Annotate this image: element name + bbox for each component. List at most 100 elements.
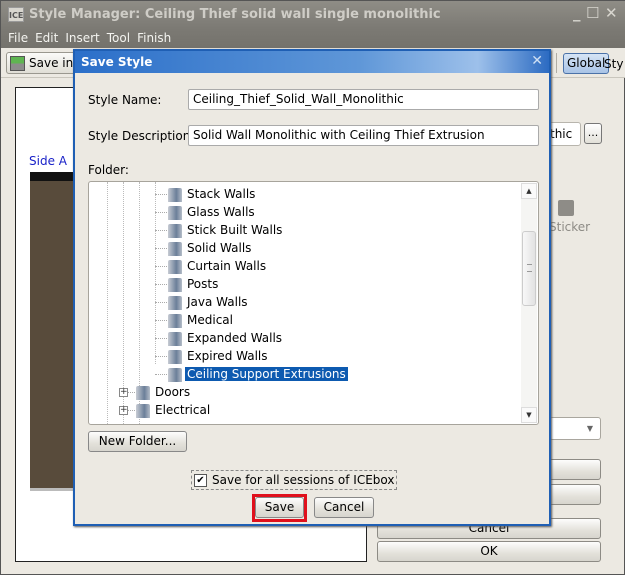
tree-connector <box>155 248 169 249</box>
folder-icon <box>136 385 150 400</box>
style-description-input[interactable]: Solid Wall Monolithic with Ceiling Thief… <box>188 125 539 146</box>
folder-icon <box>168 313 182 328</box>
side-a-label: Side A <box>29 154 67 168</box>
toolbar-separator <box>556 53 557 73</box>
tree-item[interactable]: Electrical <box>136 401 212 419</box>
save-in-label: Save in <box>29 56 74 70</box>
scroll-up-icon[interactable]: ▲ <box>521 183 537 199</box>
tree-item-label: Java Walls <box>187 295 248 309</box>
tree-item-label: Solid Walls <box>187 241 252 255</box>
tree-item[interactable]: Solid Walls <box>168 239 253 257</box>
tree-connector <box>155 194 169 195</box>
checkmark-icon: ✔ <box>194 474 207 487</box>
folder-icon <box>168 259 182 274</box>
tree-guide <box>107 182 108 424</box>
tree-item[interactable]: Stick Built Walls <box>168 221 284 239</box>
style-field[interactable]: thic <box>547 122 581 146</box>
tree-item-label: Stack Walls <box>187 187 256 201</box>
folder-icon <box>168 223 182 238</box>
tree-item-label: Doors <box>155 385 191 399</box>
save-in-button[interactable]: Save in <box>6 52 78 74</box>
folder-icon <box>168 367 182 382</box>
minimize-icon[interactable]: _ <box>573 4 581 22</box>
global-toggle-button[interactable]: Global <box>563 53 610 74</box>
tree-item[interactable]: Curtain Walls <box>168 257 268 275</box>
grip-icon <box>527 264 532 272</box>
style-name-label: Style Name: <box>88 93 162 107</box>
tree-item-label: Expanded Walls <box>187 331 283 345</box>
save-style-dialog: Save Style ✕ Style Name: Ceiling_Thief_S… <box>73 49 551 526</box>
dialog-close-icon[interactable]: ✕ <box>531 53 543 69</box>
tree-connector <box>155 212 169 213</box>
tree-item[interactable]: Posts <box>168 275 220 293</box>
tree-guide <box>155 182 156 364</box>
scroll-thumb[interactable] <box>522 231 536 306</box>
title-bar[interactable]: ICE Style Manager: Ceiling Thief solid w… <box>1 1 625 28</box>
folder-icon <box>136 403 150 418</box>
app-icon: ICE <box>8 7 24 22</box>
tree-connector <box>155 230 169 231</box>
tree-item[interactable]: Expired Walls <box>168 347 270 365</box>
tree-item[interactable]: Medical <box>168 311 235 329</box>
chevron-down-icon: ▼ <box>586 424 594 433</box>
menu-bar: File Edit Insert Tool Finish <box>1 28 625 48</box>
menu-finish[interactable]: Finish <box>137 31 171 45</box>
tree-connector <box>155 266 169 267</box>
dialog-title-bar[interactable]: Save Style ✕ <box>75 51 549 73</box>
folder-icon <box>168 205 182 220</box>
scroll-down-icon[interactable]: ▼ <box>521 407 537 423</box>
tree-item-label: Ceiling Support Extrusions <box>185 367 348 381</box>
menu-insert[interactable]: Insert <box>65 31 99 45</box>
folder-tree[interactable]: ▲ ▼ Stack Walls Glass Walls Stick Built Wa… <box>88 181 539 425</box>
folder-icon <box>168 349 182 364</box>
folder-label: Folder: <box>88 163 129 177</box>
folder-icon <box>168 277 182 292</box>
expand-icon[interactable]: + <box>119 406 128 415</box>
tree-scrollbar[interactable]: ▲ ▼ <box>521 183 537 423</box>
folder-icon <box>168 295 182 310</box>
browse-button[interactable]: ... <box>584 123 602 144</box>
menu-edit[interactable]: Edit <box>35 31 58 45</box>
sticker-label: Sticker <box>549 220 591 234</box>
tree-item-label: Curtain Walls <box>187 259 267 273</box>
dialog-cancel-button[interactable]: Cancel <box>314 497 374 518</box>
new-folder-button[interactable]: New Folder... <box>88 431 187 452</box>
dialog-title: Save Style <box>81 55 153 69</box>
menu-tool[interactable]: Tool <box>107 31 130 45</box>
style-label: Sty <box>604 57 624 71</box>
expand-icon[interactable]: + <box>119 388 128 397</box>
save-all-sessions-checkbox[interactable]: ✔ Save for all sessions of ICEbox <box>191 470 398 490</box>
tree-connector <box>155 302 169 303</box>
style-name-input[interactable]: Ceiling_Thief_Solid_Wall_Monolithic <box>188 89 539 110</box>
tree-item-label: Electrical <box>155 403 211 417</box>
maximize-icon[interactable]: ☐ <box>586 4 599 22</box>
tree-item[interactable]: Glass Walls <box>168 203 257 221</box>
ok-button[interactable]: OK <box>377 541 601 562</box>
tree-connector <box>155 356 169 357</box>
tree-connector <box>155 320 169 321</box>
folder-icon <box>168 187 182 202</box>
tree-item-label: Expired Walls <box>187 349 268 363</box>
right-combo-box[interactable]: ▼ <box>549 417 601 440</box>
save-icon <box>10 56 25 71</box>
tree-item[interactable]: Expanded Walls <box>168 329 284 347</box>
tree-item-label: Glass Walls <box>187 205 255 219</box>
save-all-sessions-label: Save for all sessions of ICEbox <box>212 473 395 487</box>
tree-item[interactable]: Doors <box>136 383 192 401</box>
tree-connector <box>155 284 169 285</box>
sticker-icon[interactable] <box>558 200 574 216</box>
folder-icon <box>168 241 182 256</box>
tree-item[interactable]: Ceiling Support Extrusions <box>168 365 348 383</box>
tree-connector <box>155 374 169 375</box>
tree-item[interactable]: Stack Walls <box>168 185 257 203</box>
tree-item-label: Medical <box>187 313 233 327</box>
tree-connector <box>155 338 169 339</box>
close-icon[interactable]: ✕ <box>605 4 618 22</box>
save-button-highlight <box>252 494 307 522</box>
style-description-label: Style Description: <box>88 129 195 143</box>
window-title: Style Manager: Ceiling Thief solid wall … <box>29 7 441 22</box>
tree-item-label: Stick Built Walls <box>187 223 283 237</box>
tree-item[interactable]: Java Walls <box>168 293 250 311</box>
menu-file[interactable]: File <box>8 31 28 45</box>
tree-item-label: Posts <box>187 277 219 291</box>
